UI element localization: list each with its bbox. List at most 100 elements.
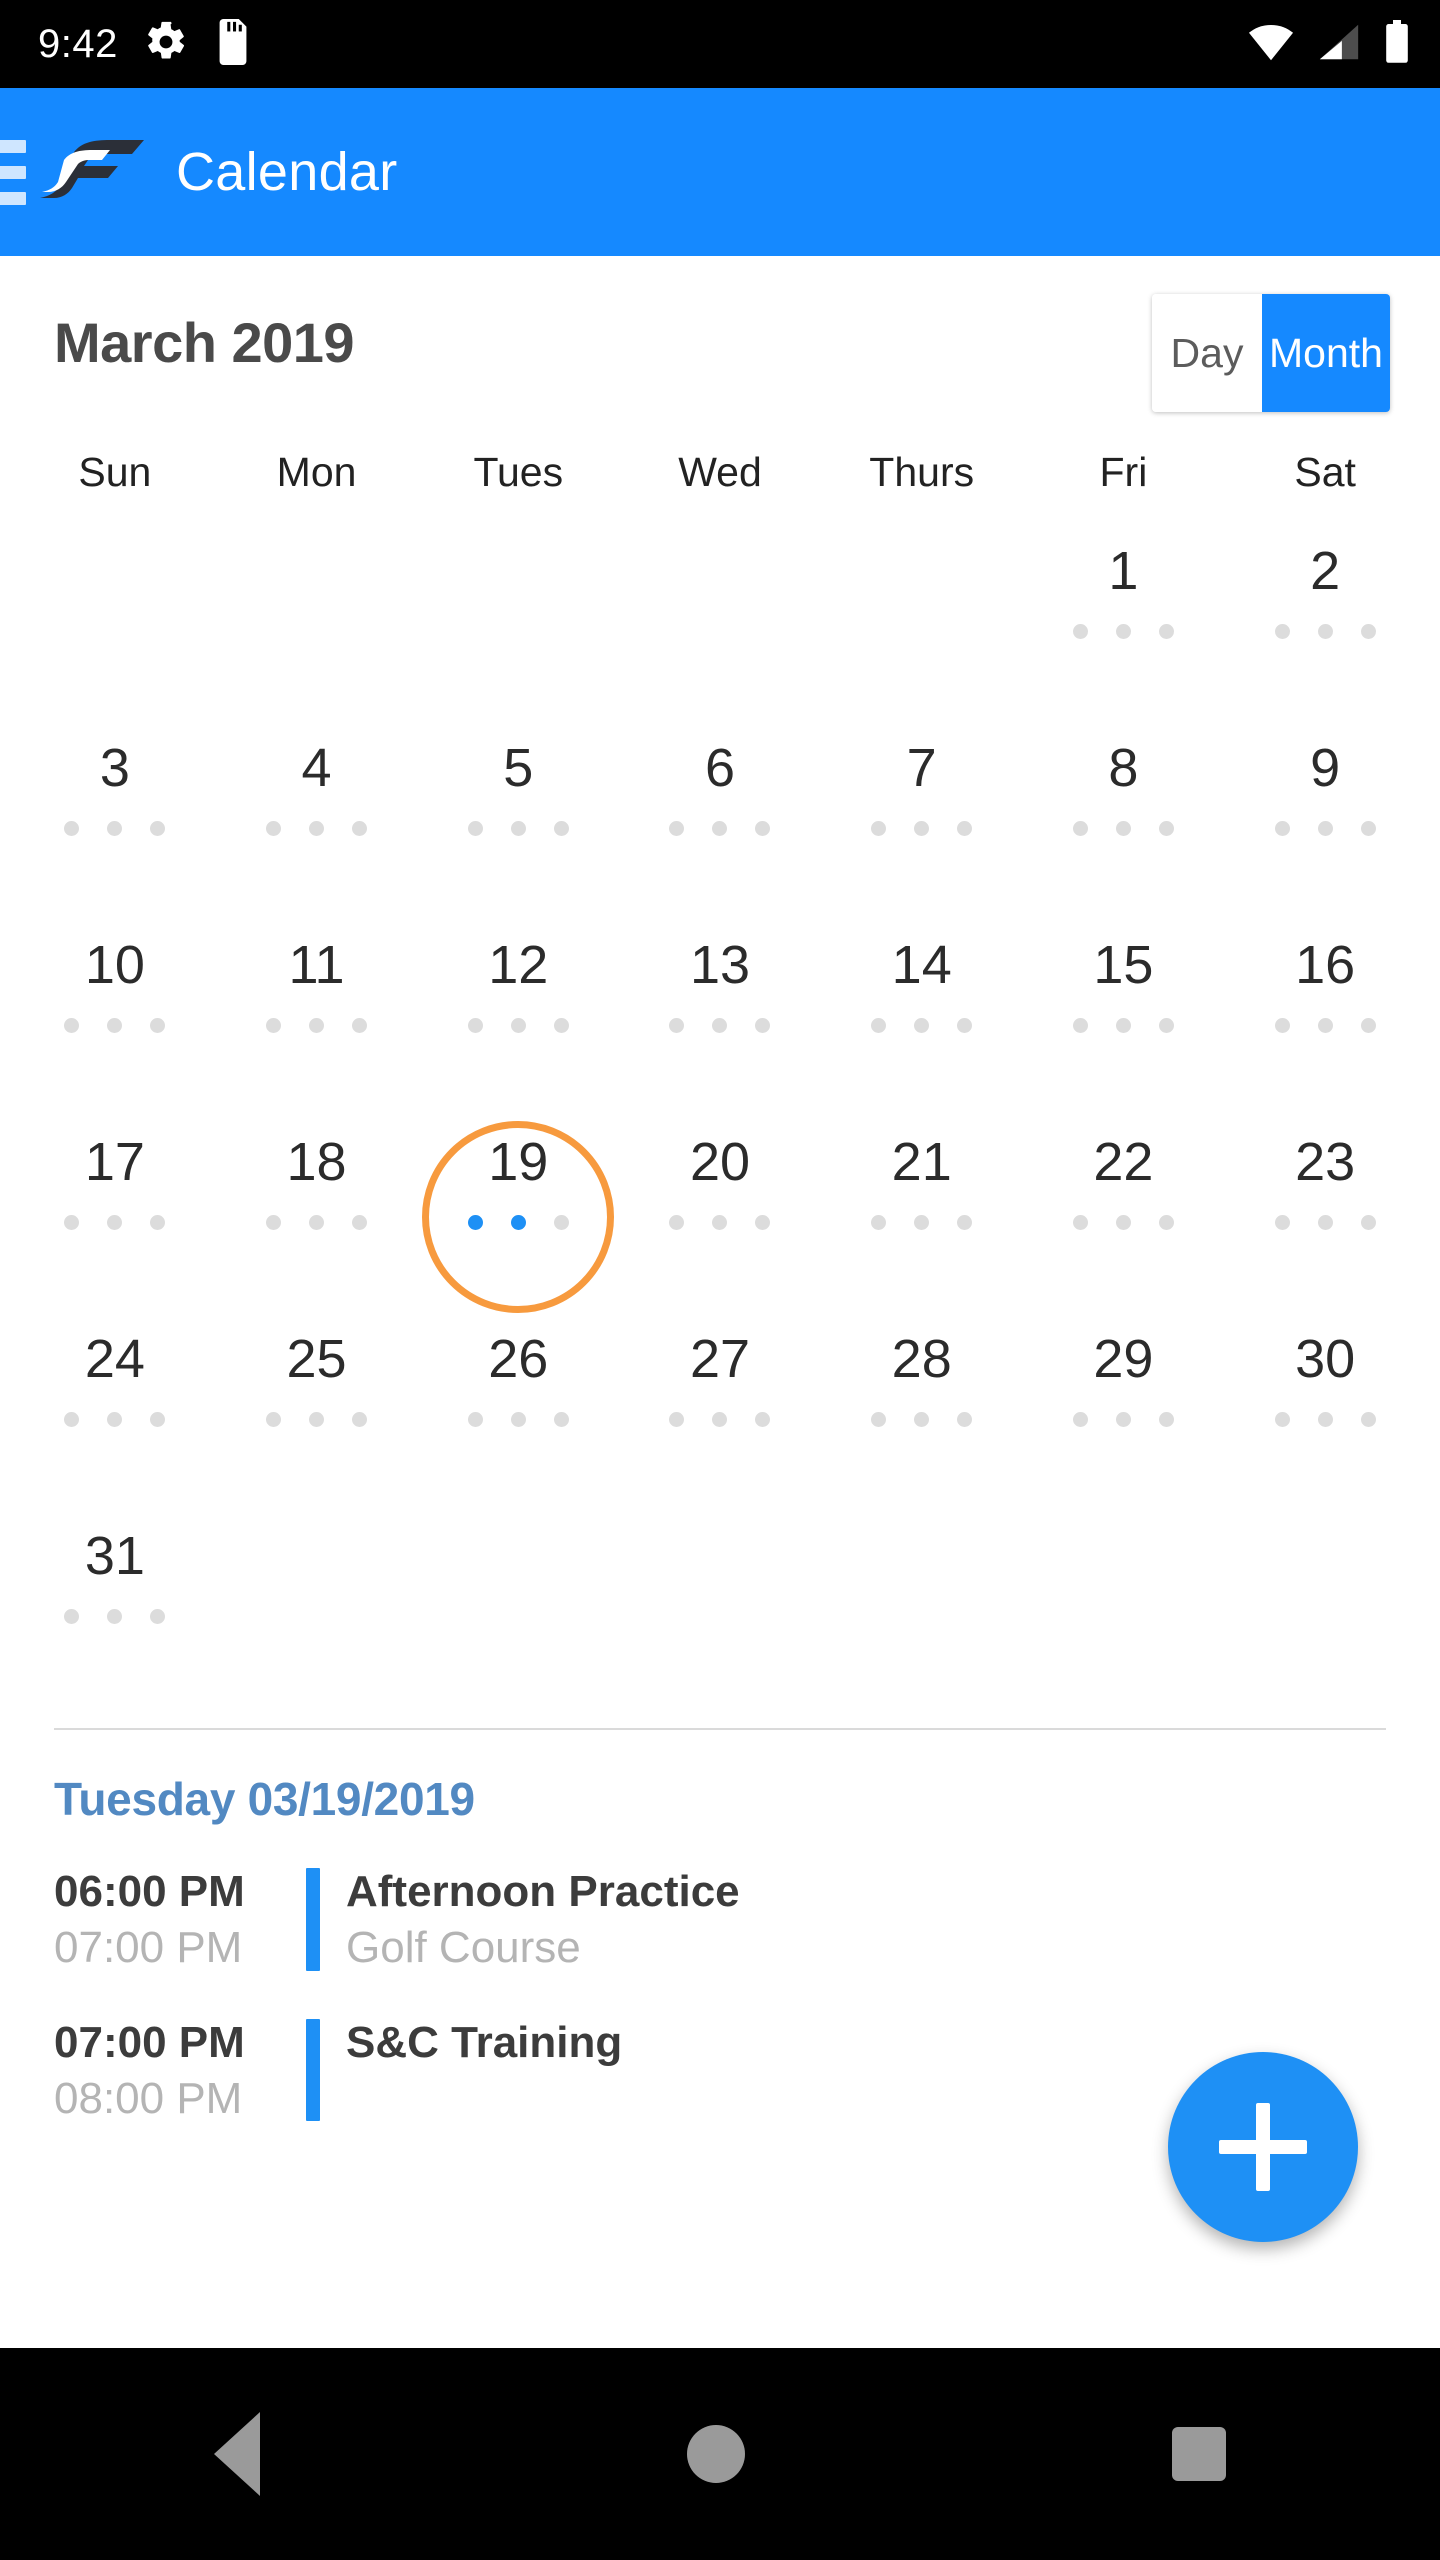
event-dot-empty bbox=[1115, 1215, 1131, 1230]
event-dot-empty bbox=[755, 1215, 771, 1230]
add-event-fab[interactable] bbox=[1168, 2052, 1358, 2242]
event-dots bbox=[871, 821, 973, 836]
calendar-day-7[interactable]: 7 bbox=[821, 713, 1023, 910]
weekday-label-tues: Tues bbox=[473, 448, 564, 495]
calendar-day-29[interactable]: 29 bbox=[1023, 1304, 1225, 1501]
hamburger-line bbox=[0, 191, 26, 205]
event-dot-empty bbox=[1158, 821, 1174, 836]
calendar-day-31[interactable]: 31 bbox=[14, 1501, 216, 1698]
event-time-block: 07:00 PM 08:00 PM bbox=[54, 2015, 306, 2128]
event-dot-empty bbox=[957, 1018, 973, 1033]
calendar-day-26[interactable]: 26 bbox=[417, 1304, 619, 1501]
event-dot-empty bbox=[1158, 624, 1174, 639]
event-dots bbox=[1072, 821, 1174, 836]
event-dot-empty bbox=[64, 1609, 80, 1624]
event-dot-empty bbox=[957, 1215, 973, 1230]
event-dots bbox=[1274, 1412, 1376, 1427]
event-dots bbox=[467, 1215, 569, 1230]
event-dot-empty bbox=[107, 1215, 123, 1230]
calendar-day-3[interactable]: 3 bbox=[14, 713, 216, 910]
calendar-day-21[interactable]: 21 bbox=[821, 1107, 1023, 1304]
tab-day[interactable]: Day bbox=[1152, 294, 1262, 412]
status-bar-right bbox=[1248, 19, 1410, 69]
event-dot-empty bbox=[957, 821, 973, 836]
calendar-day-14[interactable]: 14 bbox=[821, 910, 1023, 1107]
day-number: 30 bbox=[1295, 1329, 1356, 1389]
event-dot-empty bbox=[871, 821, 887, 836]
calendar-day-6[interactable]: 6 bbox=[619, 713, 821, 910]
event-dot-empty bbox=[64, 1412, 80, 1427]
calendar-day-30[interactable]: 30 bbox=[1224, 1304, 1426, 1501]
tab-month[interactable]: Month bbox=[1262, 294, 1390, 412]
calendar-day-1[interactable]: 1 bbox=[1023, 516, 1225, 713]
hamburger-menu-icon[interactable] bbox=[0, 139, 26, 205]
event-dots bbox=[467, 1018, 569, 1033]
event-dot-empty bbox=[1317, 624, 1333, 639]
wifi-icon bbox=[1248, 22, 1294, 67]
event-dots bbox=[467, 1412, 569, 1427]
cellular-signal-icon bbox=[1316, 22, 1362, 67]
calendar-day-11[interactable]: 11 bbox=[216, 910, 418, 1107]
event-dot-empty bbox=[467, 821, 483, 836]
calendar-day-19[interactable]: 19 bbox=[417, 1107, 619, 1313]
event-end-time: 07:00 PM bbox=[54, 1923, 243, 1973]
calendar-day-22[interactable]: 22 bbox=[1023, 1107, 1225, 1304]
event-accent-bar bbox=[306, 2018, 320, 2122]
calendar-day-25[interactable]: 25 bbox=[216, 1304, 418, 1501]
day-number: 6 bbox=[704, 738, 736, 798]
calendar-day-12[interactable]: 12 bbox=[417, 910, 619, 1107]
day-number: 28 bbox=[891, 1329, 952, 1389]
recents-button[interactable] bbox=[1172, 2427, 1227, 2481]
calendar-day-8[interactable]: 8 bbox=[1023, 713, 1225, 910]
event-dot-empty bbox=[712, 1215, 728, 1230]
calendar-day-2[interactable]: 2 bbox=[1224, 516, 1426, 713]
calendar-day-5[interactable]: 5 bbox=[417, 713, 619, 910]
day-number: 10 bbox=[84, 935, 145, 995]
event-dot-empty bbox=[352, 1018, 368, 1033]
status-bar-left: 9:42 bbox=[38, 18, 252, 70]
day-number: 2 bbox=[1310, 541, 1341, 601]
event-dot-empty bbox=[352, 1215, 368, 1230]
agenda-event-item[interactable]: 06:00 PM 07:00 PM Afternoon Practice Golf C… bbox=[54, 1864, 1386, 1977]
event-dots bbox=[266, 1412, 368, 1427]
event-dot-empty bbox=[1317, 821, 1333, 836]
event-dot-empty bbox=[871, 1018, 887, 1033]
weekday-label-fri: Fri bbox=[1099, 448, 1148, 495]
event-dot-empty bbox=[150, 1609, 166, 1624]
section-divider bbox=[54, 1728, 1386, 1730]
calendar-day-16[interactable]: 16 bbox=[1224, 910, 1426, 1107]
event-dot-empty bbox=[64, 821, 80, 836]
calendar-day-24[interactable]: 24 bbox=[14, 1304, 216, 1501]
back-button[interactable] bbox=[213, 2412, 260, 2496]
event-dots bbox=[64, 1412, 166, 1427]
event-dots bbox=[1274, 1018, 1376, 1033]
event-dot-empty bbox=[150, 1412, 166, 1427]
calendar-grid: 1 2 3 4 5 6 7 8 9 10 11 12 13 14 15 16 17 18 19 20 21 22 23 24 2… bbox=[0, 516, 1440, 1698]
calendar-day-27[interactable]: 27 bbox=[619, 1304, 821, 1501]
plus-icon bbox=[1219, 2103, 1307, 2191]
event-dot-filled bbox=[467, 1215, 483, 1230]
calendar-day-23[interactable]: 23 bbox=[1224, 1107, 1426, 1304]
calendar-day-18[interactable]: 18 bbox=[216, 1107, 418, 1304]
month-title: March 2019 bbox=[54, 310, 355, 374]
event-dot-empty bbox=[1274, 1412, 1290, 1427]
day-number: 22 bbox=[1093, 1132, 1154, 1192]
calendar-day-15[interactable]: 15 bbox=[1023, 910, 1225, 1107]
calendar-day-10[interactable]: 10 bbox=[14, 910, 216, 1107]
calendar-day-4[interactable]: 4 bbox=[216, 713, 418, 910]
event-dot-empty bbox=[914, 1215, 930, 1230]
calendar-day-9[interactable]: 9 bbox=[1224, 713, 1426, 910]
calendar-day-17[interactable]: 17 bbox=[14, 1107, 216, 1304]
event-dots bbox=[64, 1609, 166, 1624]
home-button[interactable] bbox=[686, 2425, 745, 2483]
calendar-day-13[interactable]: 13 bbox=[619, 910, 821, 1107]
status-clock: 9:42 bbox=[38, 21, 118, 66]
calendar-day-28[interactable]: 28 bbox=[821, 1304, 1023, 1501]
event-dot-empty bbox=[150, 1018, 166, 1033]
app-title: Calendar bbox=[176, 142, 398, 202]
event-dots bbox=[669, 1018, 771, 1033]
event-dot-empty bbox=[553, 1412, 569, 1427]
hamburger-line bbox=[0, 165, 26, 179]
calendar-day-20[interactable]: 20 bbox=[619, 1107, 821, 1304]
event-dot-empty bbox=[150, 821, 166, 836]
